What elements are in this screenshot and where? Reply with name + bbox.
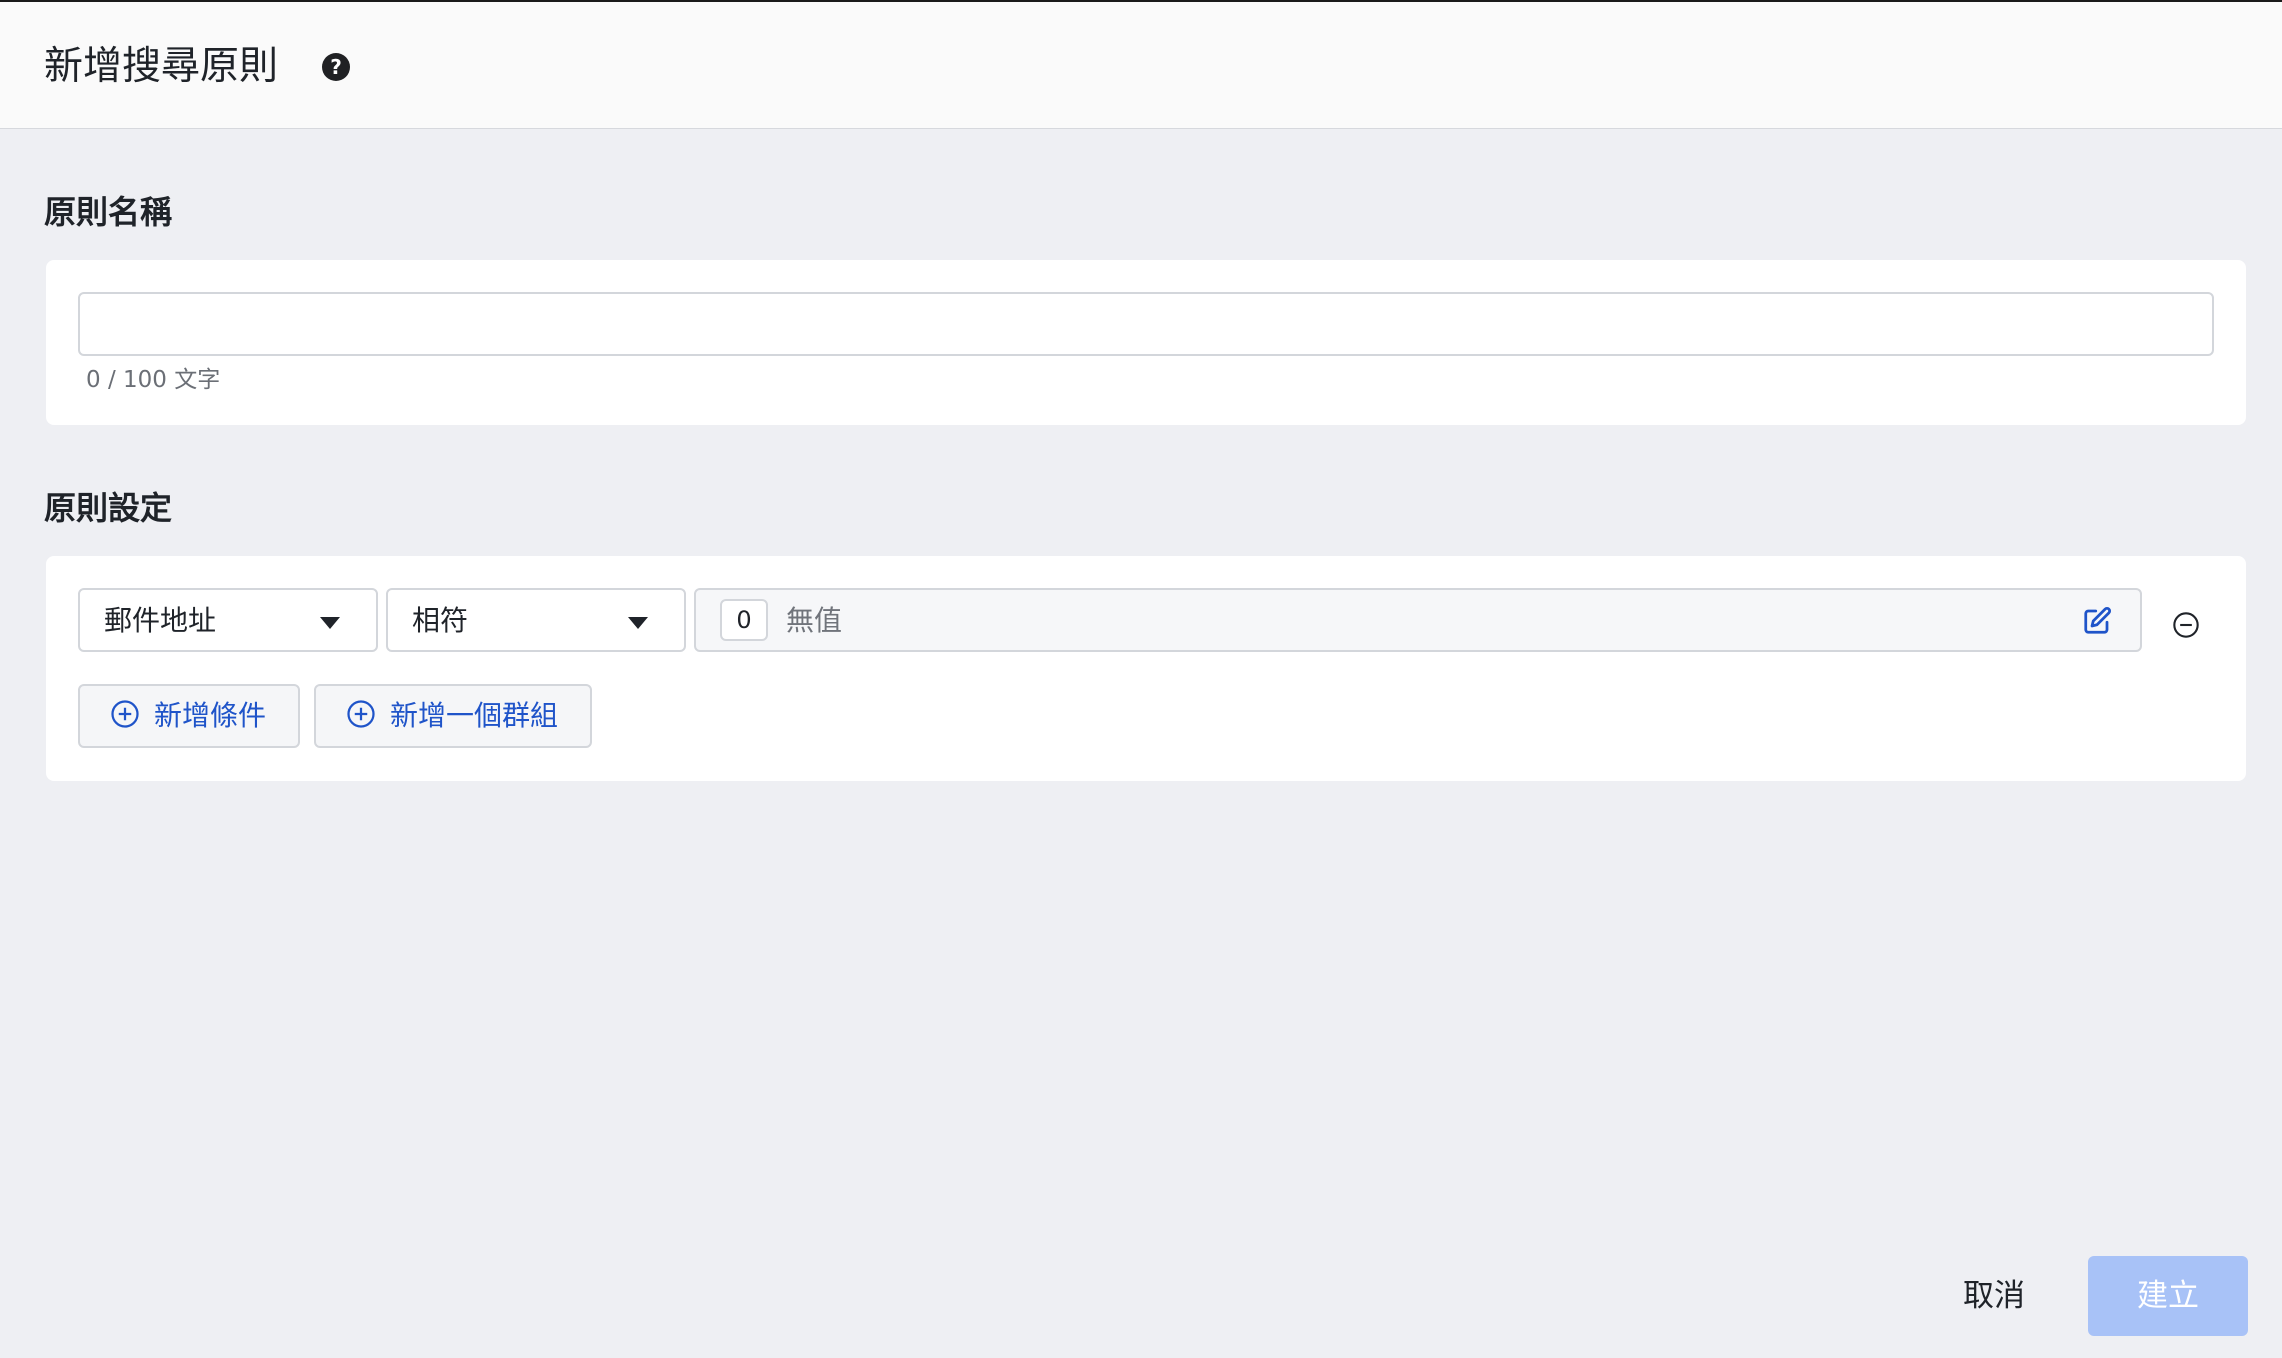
operator-select-value: 相符 [412, 604, 469, 637]
rule-name-section-title: 原則名稱 [44, 193, 173, 231]
plus-circle-icon [347, 700, 375, 728]
add-condition-button[interactable]: 新增條件 [78, 684, 301, 748]
create-button[interactable]: 建立 [2088, 1256, 2248, 1336]
add-condition-label: 新增條件 [154, 699, 267, 732]
rule-name-input[interactable] [78, 292, 2214, 356]
cancel-button[interactable]: 取消 [1952, 1256, 2036, 1336]
value-count-badge: 0 [720, 599, 768, 641]
operator-select[interactable]: 相符 [386, 588, 686, 652]
char-count: 0 / 100 文字 [86, 367, 221, 393]
add-group-label: 新增一個群組 [390, 699, 559, 732]
value-text: 無值 [786, 604, 843, 637]
rule-settings-section-title: 原則設定 [44, 489, 173, 527]
rule-name-card: 0 / 100 文字 [46, 260, 2246, 425]
minus-circle-icon[interactable] [2172, 611, 2200, 639]
caret-down-icon [320, 617, 340, 629]
edit-icon[interactable] [2082, 606, 2112, 636]
caret-down-icon [628, 617, 648, 629]
plus-circle-icon [111, 700, 139, 728]
page-title: 新增搜尋原則 [44, 44, 279, 89]
field-select[interactable]: 郵件地址 [78, 588, 378, 652]
page-header: 新增搜尋原則 ? [0, 0, 2282, 129]
add-group-button[interactable]: 新增一個群組 [314, 684, 593, 748]
rule-settings-card: 郵件地址 相符 0 無值 新增條件 新增一個群組 [46, 556, 2246, 781]
condition-value-field[interactable]: 0 無值 [694, 588, 2142, 652]
field-select-value: 郵件地址 [104, 604, 217, 637]
question-circle-icon[interactable]: ? [322, 53, 350, 81]
